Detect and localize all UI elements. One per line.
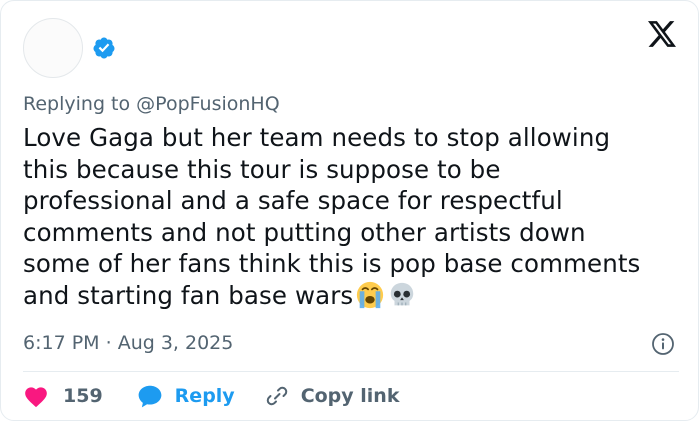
copy-link-label: Copy link [300, 385, 400, 407]
skull-icon [391, 282, 414, 305]
loudly-crying-face-icon [357, 281, 384, 308]
tweet-text-line: and starting fan base wars [23, 280, 354, 310]
tweet-text: Love Gaga but her team needs to stop all… [23, 122, 683, 311]
divider [23, 371, 679, 372]
verified-badge-icon [93, 37, 115, 59]
heart-icon [25, 387, 47, 408]
tweet-timestamp[interactable]: 6:17 PM · Aug 3, 2025 [23, 332, 233, 354]
meta-separator: · [105, 332, 112, 354]
tweet-card: Replying to @PopFusionHQ Love Gaga but h… [0, 0, 699, 421]
reply-label: Reply [174, 385, 235, 407]
replying-to-line: Replying to @PopFusionHQ [23, 93, 280, 115]
link-icon [266, 386, 287, 406]
reply-button[interactable]: Reply [137, 383, 235, 409]
tweet-text-last-line: and starting fan base wars [23, 280, 683, 312]
speech-bubble-icon [138, 385, 162, 408]
like-button[interactable]: 159 [23, 384, 103, 408]
copy-link-button[interactable]: Copy link [265, 384, 400, 408]
tweet-text-line: Love Gaga but her team needs to stop all… [23, 123, 611, 152]
tweet-text-line: some of her fans think this is pop base … [23, 249, 641, 278]
replying-to-handle[interactable]: @PopFusionHQ [136, 93, 279, 115]
tweet-date: Aug 3, 2025 [117, 332, 234, 354]
info-icon[interactable] [651, 332, 675, 356]
x-logo-icon[interactable] [648, 21, 676, 47]
tweet-text-line: this because this tour is suppose to be [23, 154, 501, 184]
action-bar: 159 Reply Copy link [23, 381, 399, 411]
tweet-time: 6:17 PM [23, 332, 100, 354]
like-count: 159 [63, 385, 103, 407]
tweet-text-line: comments and not putting other artists d… [23, 217, 586, 247]
avatar[interactable] [23, 18, 83, 78]
tweet-text-line: professional and a safe space for respec… [23, 186, 563, 215]
replying-to-prefix: Replying to [23, 93, 131, 115]
